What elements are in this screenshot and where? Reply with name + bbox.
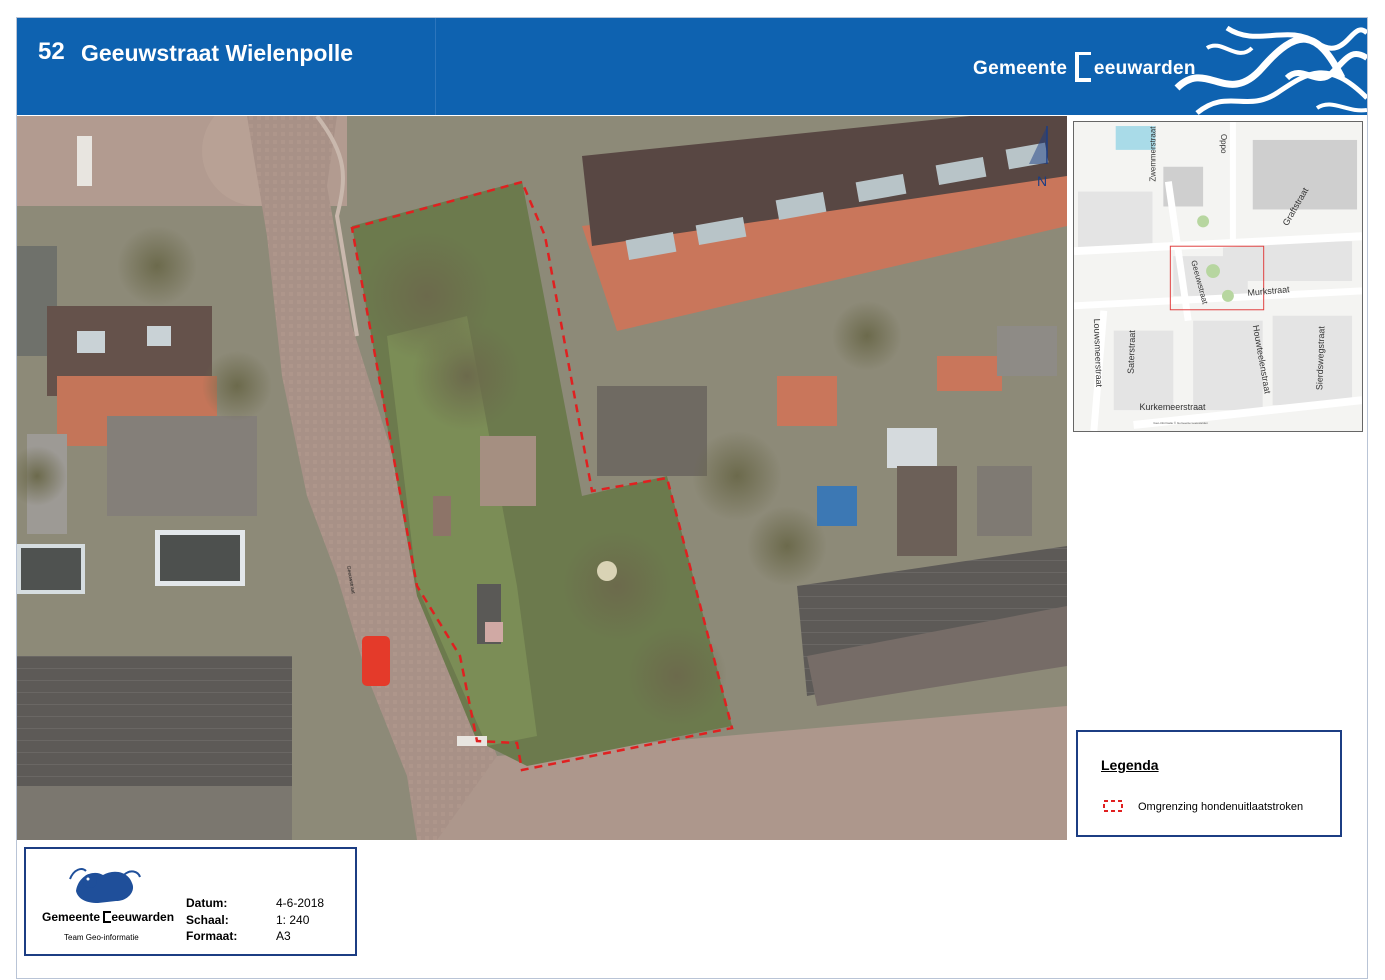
header-divider [435, 18, 436, 115]
aerial-photo-map: Geeuwstraat N [17, 116, 1067, 840]
north-label: N [1037, 173, 1047, 189]
gemeente-leeuwarden-logo: Gemeente eeuwarden [973, 52, 1196, 82]
info-brand-prefix: Gemeente [42, 910, 104, 924]
info-label-formaat: Formaat: [186, 929, 238, 943]
info-brand-rest: eeuwarden [111, 910, 175, 924]
info-brand: Gemeente eeuwarden [42, 910, 174, 924]
street-oppo: Oppo [1219, 134, 1228, 154]
locator-map: Oppo Zwemmerstraat Graftstraat Geeuwstra… [1073, 121, 1363, 432]
map-header: 52 Geeuwstraat Wielenpolle Gemeente eeuw… [17, 18, 1367, 115]
info-value-formaat: A3 [276, 929, 291, 943]
info-value-datum: 4-6-2018 [276, 896, 325, 910]
map-title: Geeuwstraat Wielenpolle [81, 40, 354, 66]
map-info-box: Gemeente eeuwarden Team Geo-informatie D… [24, 847, 357, 956]
legend-item-label: Omgrenzing hondenuitlaatstroken [1138, 801, 1304, 813]
dashed-boundary-swatch-icon [1103, 800, 1123, 812]
street-saterstraat: Saterstraat [1126, 330, 1138, 374]
map-legend: Legenda Omgrenzing hondenuitlaatstroken [1076, 730, 1342, 837]
red-car [362, 636, 390, 686]
street-zwemmerstraat: Zwemmerstraat [1148, 126, 1157, 182]
street-kurkemeerstraat: Kurkemeerstraat [1140, 402, 1206, 412]
leeuwarden-l-mark-icon [1073, 52, 1093, 82]
map-number: 52 [38, 38, 65, 65]
info-team: Team Geo-informatie [64, 933, 139, 942]
info-label-datum: Datum: [186, 896, 228, 910]
legend-title: Legenda [1101, 757, 1159, 773]
leeuwarden-lion-logo-icon [69, 868, 141, 903]
wave-pattern-icon [1174, 25, 1367, 115]
info-value-schaal: 1: 240 [276, 913, 310, 927]
info-label-schaal: Schaal: [186, 913, 229, 927]
inset-footer: Geo-informatie © Gemeente Leeuwarden [1153, 421, 1208, 425]
brand-prefix: Gemeente [973, 58, 1073, 79]
